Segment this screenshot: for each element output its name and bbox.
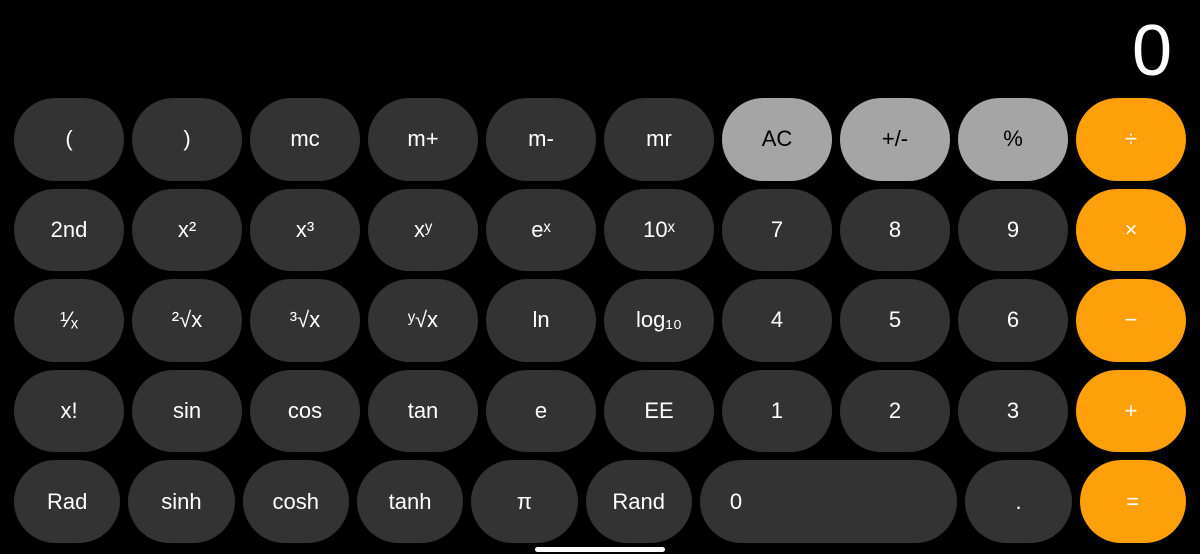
display: 0 bbox=[0, 0, 1200, 98]
factorial-button[interactable]: x! bbox=[14, 370, 124, 453]
add-button[interactable]: + bbox=[1076, 370, 1186, 453]
calculator: ()mcm+m-mrAC+/-%÷2ndx²x³xʸeˣ10ˣ789×¹⁄ₓ²√… bbox=[0, 98, 1200, 543]
rad-button[interactable]: Rad bbox=[14, 460, 120, 543]
three-button[interactable]: 3 bbox=[958, 370, 1068, 453]
sqrt-y-button[interactable]: ʸ√x bbox=[368, 279, 478, 362]
decimal-button[interactable]: . bbox=[965, 460, 1071, 543]
eight-button[interactable]: 8 bbox=[840, 189, 950, 272]
subtract-button[interactable]: − bbox=[1076, 279, 1186, 362]
percent-button[interactable]: % bbox=[958, 98, 1068, 181]
cos-button[interactable]: cos bbox=[250, 370, 360, 453]
mc-button[interactable]: mc bbox=[250, 98, 360, 181]
sinh-button[interactable]: sinh bbox=[128, 460, 234, 543]
ten-to-x-button[interactable]: 10ˣ bbox=[604, 189, 714, 272]
button-row-0: ()mcm+m-mrAC+/-%÷ bbox=[14, 98, 1186, 181]
plus-minus-button[interactable]: +/- bbox=[840, 98, 950, 181]
open-paren-button[interactable]: ( bbox=[14, 98, 124, 181]
close-paren-button[interactable]: ) bbox=[132, 98, 242, 181]
mr-button[interactable]: mr bbox=[604, 98, 714, 181]
nine-button[interactable]: 9 bbox=[958, 189, 1068, 272]
five-button[interactable]: 5 bbox=[840, 279, 950, 362]
seven-button[interactable]: 7 bbox=[722, 189, 832, 272]
pi-button[interactable]: π bbox=[471, 460, 577, 543]
one-button[interactable]: 1 bbox=[722, 370, 832, 453]
x-squared-button[interactable]: x² bbox=[132, 189, 242, 272]
ee-button[interactable]: EE bbox=[604, 370, 714, 453]
second-button[interactable]: 2nd bbox=[14, 189, 124, 272]
two-button[interactable]: 2 bbox=[840, 370, 950, 453]
m-minus-button[interactable]: m- bbox=[486, 98, 596, 181]
equals-button[interactable]: = bbox=[1080, 460, 1186, 543]
sin-button[interactable]: sin bbox=[132, 370, 242, 453]
tan-button[interactable]: tan bbox=[368, 370, 478, 453]
divide-button[interactable]: ÷ bbox=[1076, 98, 1186, 181]
cosh-button[interactable]: cosh bbox=[243, 460, 349, 543]
home-indicator bbox=[535, 547, 665, 552]
six-button[interactable]: 6 bbox=[958, 279, 1068, 362]
m-plus-button[interactable]: m+ bbox=[368, 98, 478, 181]
zero-button[interactable]: 0 bbox=[700, 460, 958, 543]
ln-button[interactable]: ln bbox=[486, 279, 596, 362]
four-button[interactable]: 4 bbox=[722, 279, 832, 362]
x-cubed-button[interactable]: x³ bbox=[250, 189, 360, 272]
button-row-4: RadsinhcoshtanhπRand0.= bbox=[14, 460, 1186, 543]
button-row-2: ¹⁄ₓ²√x³√xʸ√xlnlog₁₀456− bbox=[14, 279, 1186, 362]
rand-button[interactable]: Rand bbox=[586, 460, 692, 543]
button-row-3: x!sincostaneEE123+ bbox=[14, 370, 1186, 453]
button-row-1: 2ndx²x³xʸeˣ10ˣ789× bbox=[14, 189, 1186, 272]
log10-button[interactable]: log₁₀ bbox=[604, 279, 714, 362]
multiply-button[interactable]: × bbox=[1076, 189, 1186, 272]
e-const-button[interactable]: e bbox=[486, 370, 596, 453]
sqrt-3-button[interactable]: ³√x bbox=[250, 279, 360, 362]
ac-button[interactable]: AC bbox=[722, 98, 832, 181]
x-to-y-button[interactable]: xʸ bbox=[368, 189, 478, 272]
one-over-x-button[interactable]: ¹⁄ₓ bbox=[14, 279, 124, 362]
sqrt-2-button[interactable]: ²√x bbox=[132, 279, 242, 362]
tanh-button[interactable]: tanh bbox=[357, 460, 463, 543]
e-to-x-button[interactable]: eˣ bbox=[486, 189, 596, 272]
